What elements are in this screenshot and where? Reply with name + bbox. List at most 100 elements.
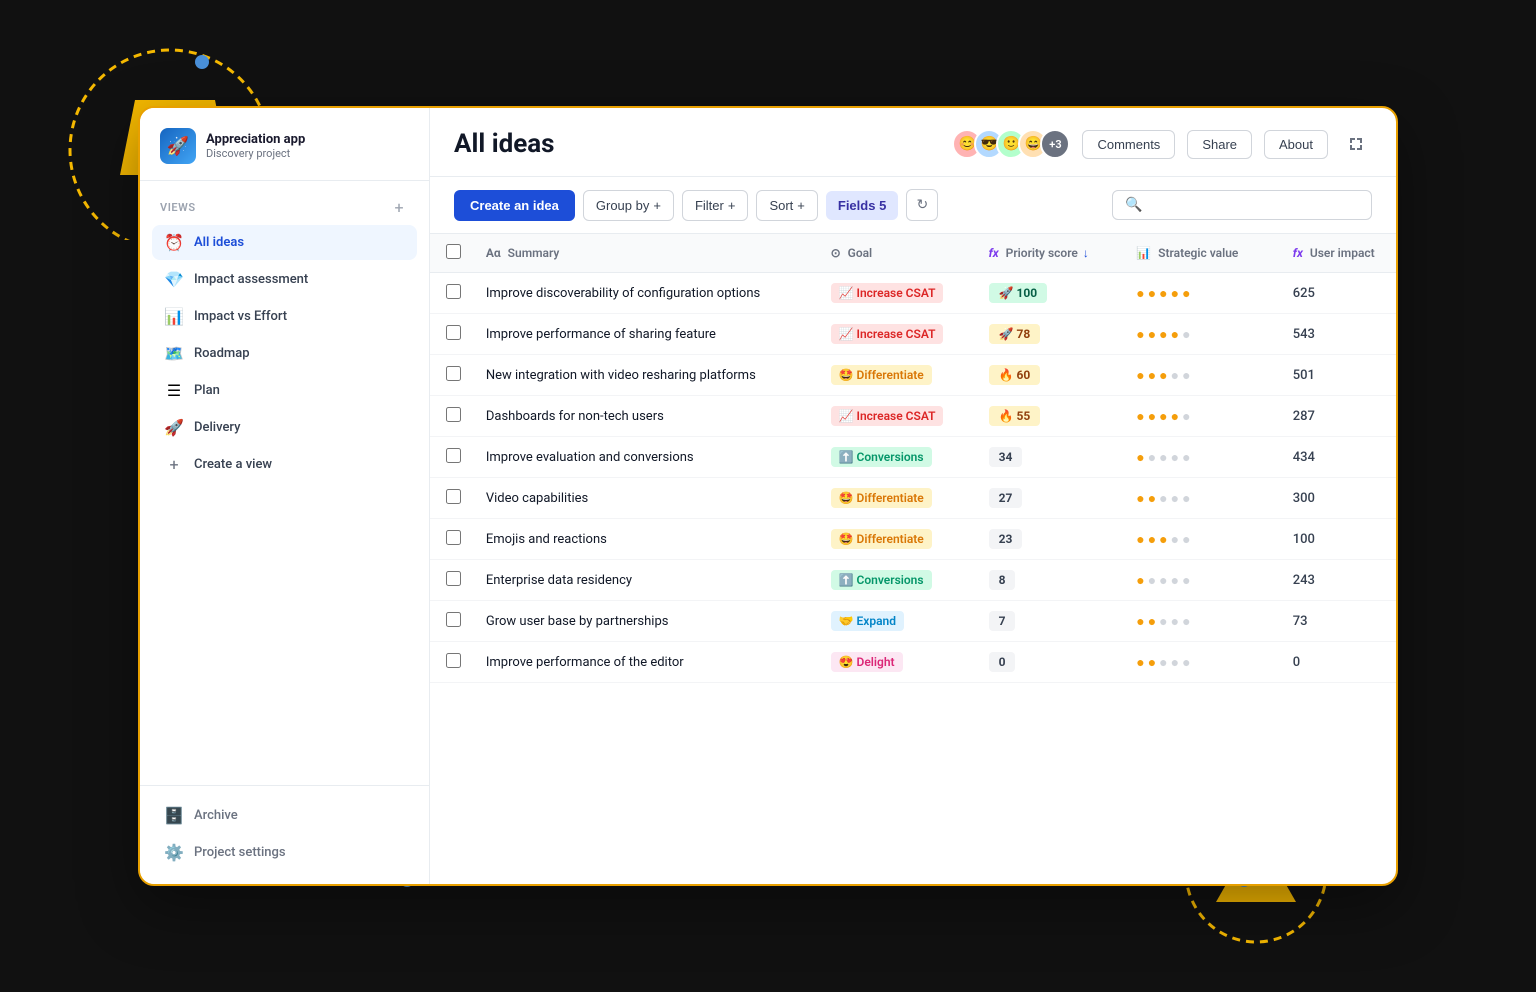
row-strategic-6: ●●●●●: [1120, 478, 1277, 519]
row-checkbox-9[interactable]: [446, 612, 461, 627]
table-row: Improve evaluation and conversions ⬆️ Co…: [430, 437, 1396, 478]
page-title: All ideas: [454, 129, 555, 159]
sidebar-item-impact-vs-effort[interactable]: 📊 Impact vs Effort: [152, 299, 417, 334]
row-strategic-9: ●●●●●: [1120, 601, 1277, 642]
row-checkbox-8[interactable]: [446, 571, 461, 586]
select-all-checkbox[interactable]: [446, 244, 461, 259]
table-row: Emojis and reactions 🤩 Differentiate 23 …: [430, 519, 1396, 560]
sidebar-item-create-view[interactable]: + Create a view: [152, 447, 417, 482]
sidebar-item-archive[interactable]: 🗄️ Archive: [152, 798, 417, 833]
row-checkbox-6[interactable]: [446, 489, 461, 504]
row-impact-10: 0: [1277, 642, 1396, 683]
avatar-count: +3: [1040, 129, 1070, 159]
row-checkbox-5[interactable]: [446, 448, 461, 463]
expand-button[interactable]: [1340, 128, 1372, 160]
row-goal-7: 🤩 Differentiate: [815, 519, 973, 560]
create-view-label: Create a view: [194, 457, 272, 472]
row-summary-3: New integration with video resharing pla…: [470, 355, 815, 396]
select-all-header: [430, 234, 470, 273]
search-box: 🔍: [1112, 190, 1372, 220]
row-goal-1: 📈 Increase CSAT: [815, 273, 973, 314]
col-summary[interactable]: Aα Summary: [470, 234, 815, 273]
sidebar-nav: VIEWS + ⏰ All ideas 💎 Impact assessment …: [140, 181, 429, 492]
row-impact-1: 625: [1277, 273, 1396, 314]
row-summary-1: Improve discoverability of configuration…: [470, 273, 815, 314]
col-priority-score[interactable]: fx Priority score ↓: [973, 234, 1121, 273]
row-checkbox-10[interactable]: [446, 653, 461, 668]
row-check-7: [430, 519, 470, 560]
row-check-6: [430, 478, 470, 519]
table-row: Improve discoverability of configuration…: [430, 273, 1396, 314]
main-card: 🚀 Appreciation app Discovery project VIE…: [138, 106, 1398, 886]
row-summary-4: Dashboards for non-tech users: [470, 396, 815, 437]
row-goal-6: 🤩 Differentiate: [815, 478, 973, 519]
sidebar: 🚀 Appreciation app Discovery project VIE…: [140, 108, 430, 884]
row-checkbox-4[interactable]: [446, 407, 461, 422]
row-strategic-5: ●●●●●: [1120, 437, 1277, 478]
row-goal-8: ⬆️ Conversions: [815, 560, 973, 601]
row-check-1: [430, 273, 470, 314]
row-summary-8: Enterprise data residency: [470, 560, 815, 601]
share-button[interactable]: Share: [1187, 130, 1252, 159]
col-strategic-value[interactable]: 📊 Strategic value: [1120, 234, 1277, 273]
row-checkbox-2[interactable]: [446, 325, 461, 340]
sidebar-bottom: 🗄️ Archive ⚙️ Project settings: [140, 785, 429, 884]
row-score-7: 23: [973, 519, 1121, 560]
settings-icon: ⚙️: [164, 843, 184, 862]
row-goal-3: 🤩 Differentiate: [815, 355, 973, 396]
create-view-icon: +: [164, 455, 184, 474]
sidebar-item-plan[interactable]: ☰ Plan: [152, 373, 417, 408]
table-row: Dashboards for non-tech users 📈 Increase…: [430, 396, 1396, 437]
sidebar-item-impact-assessment[interactable]: 💎 Impact assessment: [152, 262, 417, 297]
sidebar-item-delivery[interactable]: 🚀 Delivery: [152, 410, 417, 445]
row-impact-7: 100: [1277, 519, 1396, 560]
sidebar-item-roadmap[interactable]: 🗺️ Roadmap: [152, 336, 417, 371]
views-label: VIEWS: [160, 201, 196, 214]
refresh-button[interactable]: ↻: [906, 189, 938, 221]
row-score-4: 🔥 55: [973, 396, 1121, 437]
ideas-tbody: Improve discoverability of configuration…: [430, 273, 1396, 683]
row-score-5: 34: [973, 437, 1121, 478]
row-checkbox-1[interactable]: [446, 284, 461, 299]
ideas-table: Aα Summary ⊙ Goal fx Priority score ↓: [430, 234, 1396, 683]
archive-label: Archive: [194, 808, 238, 823]
ideas-table-container: Aα Summary ⊙ Goal fx Priority score ↓: [430, 234, 1396, 884]
col-goal[interactable]: ⊙ Goal: [815, 234, 973, 273]
roadmap-label: Roadmap: [194, 346, 250, 361]
row-checkbox-7[interactable]: [446, 530, 461, 545]
sidebar-item-project-settings[interactable]: ⚙️ Project settings: [152, 835, 417, 870]
impact-assessment-label: Impact assessment: [194, 272, 308, 287]
row-impact-8: 243: [1277, 560, 1396, 601]
row-summary-9: Grow user base by partnerships: [470, 601, 815, 642]
row-goal-10: 😍 Delight: [815, 642, 973, 683]
app-icon: 🚀: [160, 128, 196, 164]
sidebar-header: 🚀 Appreciation app Discovery project: [140, 108, 429, 181]
create-idea-button[interactable]: Create an idea: [454, 190, 575, 221]
row-strategic-1: ●●●●●: [1120, 273, 1277, 314]
fields-button[interactable]: Fields 5: [826, 191, 898, 220]
col-user-impact[interactable]: fx User impact: [1277, 234, 1396, 273]
comments-button[interactable]: Comments: [1082, 130, 1175, 159]
about-button[interactable]: About: [1264, 130, 1328, 159]
row-score-8: 8: [973, 560, 1121, 601]
row-impact-6: 300: [1277, 478, 1396, 519]
sidebar-item-all-ideas[interactable]: ⏰ All ideas: [152, 225, 417, 260]
search-input[interactable]: [1150, 198, 1359, 213]
delivery-icon: 🚀: [164, 418, 184, 437]
row-checkbox-3[interactable]: [446, 366, 461, 381]
plan-icon: ☰: [164, 381, 184, 400]
group-by-button[interactable]: Group by +: [583, 190, 674, 221]
row-check-3: [430, 355, 470, 396]
row-goal-2: 📈 Increase CSAT: [815, 314, 973, 355]
filter-button[interactable]: Filter +: [682, 190, 748, 221]
row-goal-5: ⬆️ Conversions: [815, 437, 973, 478]
app-info: Appreciation app Discovery project: [206, 132, 305, 161]
sort-button[interactable]: Sort +: [756, 190, 817, 221]
add-view-button[interactable]: +: [389, 197, 409, 217]
all-ideas-label: All ideas: [194, 235, 244, 250]
table-row: Video capabilities 🤩 Differentiate 27 ●●…: [430, 478, 1396, 519]
row-goal-9: 🤝 Expand: [815, 601, 973, 642]
toolbar: Create an idea Group by + Filter + Sort …: [430, 177, 1396, 234]
main-content: All ideas 😊 😎 🙂 😄 +3 Comments Share Abou…: [430, 108, 1396, 884]
row-score-9: 7: [973, 601, 1121, 642]
